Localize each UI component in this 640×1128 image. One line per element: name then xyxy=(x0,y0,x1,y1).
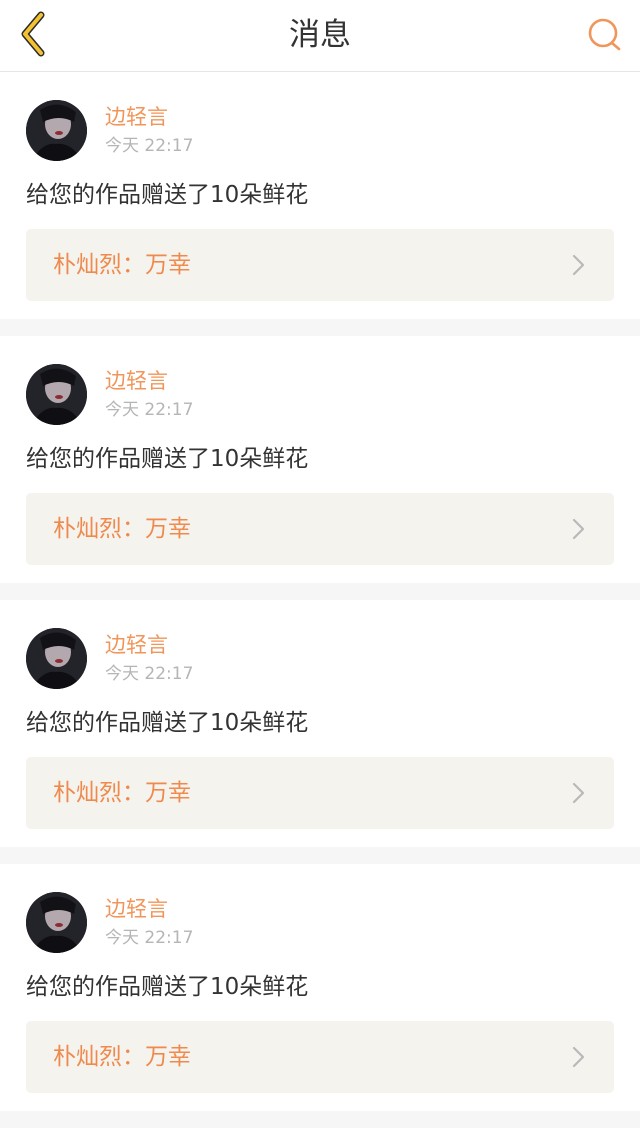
username[interactable]: 边轻言 xyxy=(105,895,168,923)
avatar[interactable] xyxy=(26,892,87,953)
avatar[interactable] xyxy=(26,100,87,161)
top-nav-bar: 消息 xyxy=(0,0,640,72)
search-button[interactable] xyxy=(582,12,626,56)
timestamp: 今天 22:17 xyxy=(105,400,194,420)
username[interactable]: 边轻言 xyxy=(105,103,168,131)
chevron-right-icon xyxy=(572,1046,585,1068)
username[interactable]: 边轻言 xyxy=(105,367,168,395)
notification-card: 边轻言 今天 22:17 给您的作品赠送了10朵鲜花 朴灿烈：万幸 xyxy=(0,336,640,583)
message-text: 给您的作品赠送了10朵鲜花 xyxy=(26,710,309,736)
username[interactable]: 边轻言 xyxy=(105,631,168,659)
timestamp: 今天 22:17 xyxy=(105,664,194,684)
chevron-right-icon xyxy=(572,518,585,540)
work-link[interactable]: 朴灿烈：万幸 xyxy=(26,493,614,565)
work-title: 朴灿烈：万幸 xyxy=(53,1044,191,1070)
work-link[interactable]: 朴灿烈：万幸 xyxy=(26,757,614,829)
notification-card: 边轻言 今天 22:17 给您的作品赠送了10朵鲜花 朴灿烈：万幸 xyxy=(0,600,640,847)
search-icon xyxy=(588,18,621,51)
work-title: 朴灿烈：万幸 xyxy=(53,516,191,542)
chevron-right-icon xyxy=(572,782,585,804)
chevron-right-icon xyxy=(572,254,585,276)
message-text: 给您的作品赠送了10朵鲜花 xyxy=(26,974,309,1000)
message-text: 给您的作品赠送了10朵鲜花 xyxy=(26,446,309,472)
page-title: 消息 xyxy=(289,17,351,53)
avatar[interactable] xyxy=(26,364,87,425)
notification-list: 边轻言 今天 22:17 给您的作品赠送了10朵鲜花 朴灿烈：万幸 边轻言 今天… xyxy=(0,72,640,1128)
timestamp: 今天 22:17 xyxy=(105,136,194,156)
work-title: 朴灿烈：万幸 xyxy=(53,252,191,278)
work-link[interactable]: 朴灿烈：万幸 xyxy=(26,1021,614,1093)
message-text: 给您的作品赠送了10朵鲜花 xyxy=(26,182,309,208)
work-title: 朴灿烈：万幸 xyxy=(53,780,191,806)
work-link[interactable]: 朴灿烈：万幸 xyxy=(26,229,614,301)
timestamp: 今天 22:17 xyxy=(105,928,194,948)
notification-card: 边轻言 今天 22:17 给您的作品赠送了10朵鲜花 朴灿烈：万幸 xyxy=(0,864,640,1111)
avatar[interactable] xyxy=(26,628,87,689)
notification-card: 边轻言 今天 22:17 给您的作品赠送了10朵鲜花 朴灿烈：万幸 xyxy=(0,72,640,319)
